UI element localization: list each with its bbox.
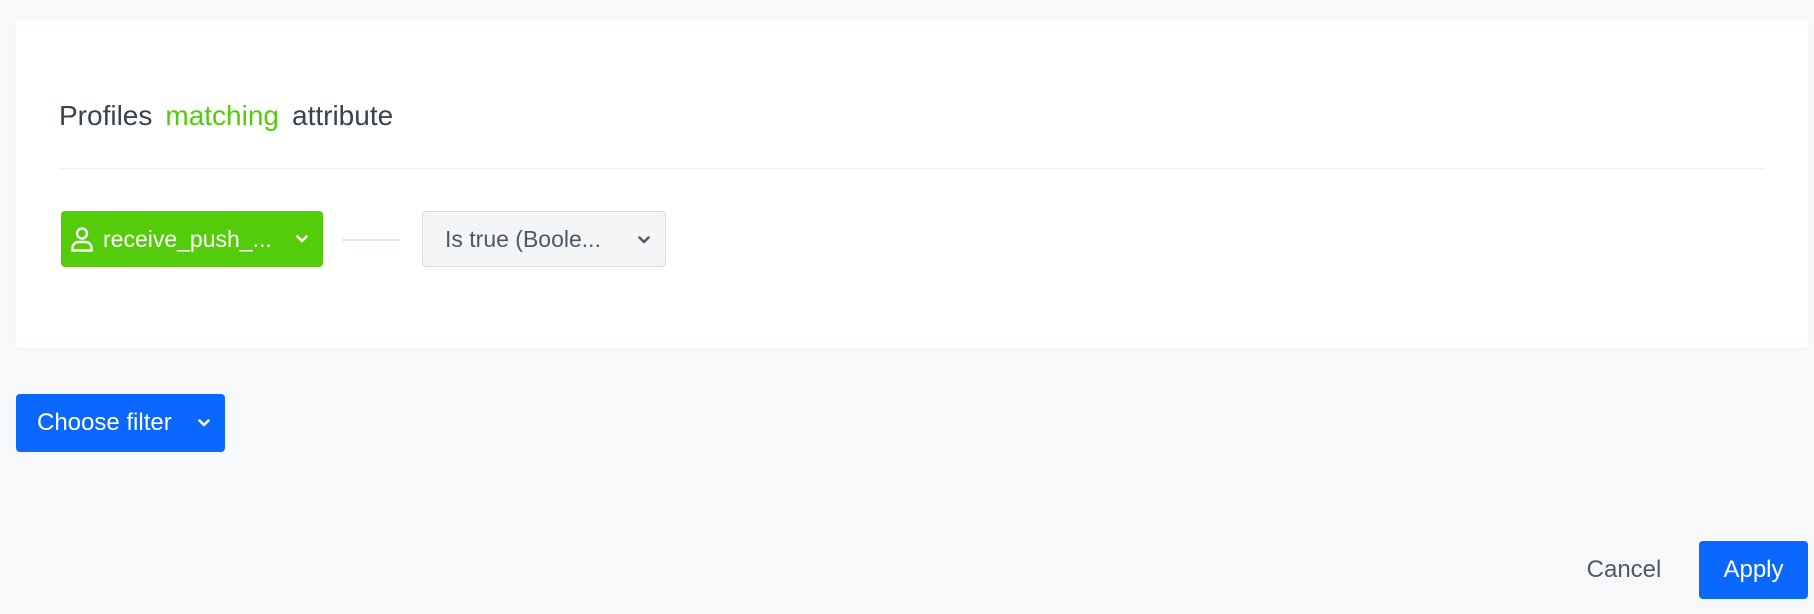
title-matching-keyword[interactable]: matching — [165, 100, 279, 131]
panel-divider — [59, 168, 1765, 169]
user-icon — [69, 225, 95, 253]
filter-panel: Profiles matching attribute receive_push_.… — [16, 20, 1808, 348]
apply-button[interactable]: Apply — [1699, 541, 1808, 599]
operator-select-value: Is true (Boole... — [445, 225, 601, 252]
chevron-down-icon — [293, 230, 311, 248]
title-suffix: attribute — [292, 100, 394, 131]
chevron-down-icon — [195, 414, 213, 432]
title-prefix: Profiles — [59, 100, 153, 131]
attribute-select-value: receive_push_... — [103, 225, 272, 252]
cancel-button[interactable]: Cancel — [1572, 541, 1676, 599]
operator-select[interactable]: Is true (Boole... — [422, 211, 666, 267]
chevron-down-icon — [635, 231, 653, 249]
filter-title: Profiles matching attribute — [59, 98, 406, 134]
condition-connector-line — [342, 239, 400, 241]
choose-filter-button[interactable]: Choose filter — [16, 394, 225, 452]
attribute-select-button[interactable]: receive_push_... — [61, 211, 323, 267]
choose-filter-label: Choose filter — [37, 409, 172, 436]
